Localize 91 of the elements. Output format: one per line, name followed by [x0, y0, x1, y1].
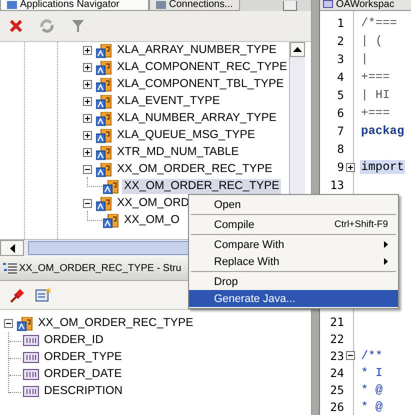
line-number: 1: [336, 16, 344, 30]
list-icon: [3, 262, 17, 274]
connections-icon: [156, 0, 166, 8]
tree-item[interactable]: XX_OM_ORDER_REC_TYPE: [115, 162, 274, 177]
type-icon: [96, 112, 112, 126]
type-icon: [96, 94, 112, 108]
expand-icon[interactable]: [346, 162, 354, 172]
type-icon: [96, 78, 112, 92]
type-icon: [96, 162, 112, 176]
type-icon: [96, 146, 112, 160]
line-number: 2: [336, 34, 344, 48]
tree-item[interactable]: XLA_ARRAY_NUMBER_TYPE: [115, 43, 279, 58]
line-number: 4: [336, 70, 344, 84]
type-icon: [96, 128, 112, 142]
tab[interactable]: Applications Navigator: [0, 0, 149, 11]
line-number: 22: [329, 332, 344, 346]
code-line: * @: [360, 382, 384, 396]
expand-icon[interactable]: [83, 114, 92, 123]
menu-item[interactable]: Generate Java...: [189, 290, 398, 307]
code-line: | (: [360, 34, 384, 48]
code-line: * @: [360, 400, 384, 414]
menu-item[interactable]: Drop: [189, 273, 398, 290]
tree-item[interactable]: XTR_MD_NUM_TABLE: [115, 145, 241, 160]
tab[interactable]: Connections...: [149, 0, 240, 11]
line-number: 7: [336, 124, 344, 138]
tab[interactable]: OAWorkspac: [320, 0, 411, 11]
code-line: | HI: [360, 88, 391, 102]
code-line: /*===: [360, 16, 398, 30]
code-line: * I: [360, 366, 384, 380]
line-number: 23: [329, 348, 344, 362]
scroll-left-icon[interactable]: [10, 244, 14, 252]
tree-item[interactable]: ORDER_DATE: [42, 367, 124, 382]
line-number: 6: [336, 106, 344, 120]
type-icon: [103, 180, 119, 194]
tree-item[interactable]: XX_OM_ORDER_REC_TYPE: [36, 316, 196, 331]
line-number: 3: [336, 52, 344, 66]
code-line: +===: [360, 106, 391, 120]
tree-item[interactable]: DESCRIPTION: [42, 384, 125, 399]
menu-item[interactable]: Open: [189, 196, 398, 213]
menu-item[interactable]: Compile Ctrl+Shift-F9: [189, 216, 398, 233]
field-icon: [23, 386, 39, 397]
collapse-icon[interactable]: [83, 199, 92, 208]
line-number: 13: [329, 178, 344, 192]
tree-item[interactable]: XX_OM_ORDER_REC_TYPE: [122, 179, 282, 194]
expand-icon[interactable]: [83, 131, 92, 140]
new-item-icon[interactable]: [35, 287, 51, 303]
scroll-up-icon[interactable]: [293, 47, 302, 52]
line-number: 21: [329, 314, 344, 328]
menu-item[interactable]: Compare With: [189, 236, 398, 253]
code-line: |: [360, 52, 370, 66]
expand-icon[interactable]: [83, 80, 92, 89]
line-number: 24: [329, 366, 344, 380]
line-number: 26: [329, 400, 344, 414]
line-number: 25: [329, 382, 344, 396]
tree-item[interactable]: XLA_NUMBER_ARRAY_TYPE: [115, 111, 279, 126]
field-icon: [23, 335, 39, 346]
collapse-icon[interactable]: [83, 165, 92, 174]
filter-icon[interactable]: [71, 19, 85, 33]
tree-item[interactable]: XLA_EVENT_TYPE: [115, 94, 222, 109]
menu-item[interactable]: Replace With: [189, 253, 398, 270]
tree-item[interactable]: XLA_COMPONENT_TBL_TYPE: [115, 77, 286, 92]
tree-item[interactable]: XLA_QUEUE_MSG_TYPE: [115, 128, 258, 143]
tree-item[interactable]: ORDER_ID: [42, 333, 106, 348]
type-icon: [96, 60, 112, 74]
code-line: /**: [360, 348, 384, 362]
line-number: 8: [336, 142, 344, 156]
expand-icon[interactable]: [83, 97, 92, 106]
pin-icon[interactable]: [10, 287, 26, 303]
expand-icon[interactable]: [83, 46, 92, 55]
collapse-icon[interactable]: [346, 351, 354, 360]
tree-item[interactable]: XLA_COMPONENT_REC_TYPE: [115, 60, 289, 75]
type-icon: [96, 196, 112, 210]
expand-icon[interactable]: [83, 63, 92, 72]
minimize-button[interactable]: [283, 1, 297, 11]
field-icon: [23, 369, 39, 380]
type-icon: [17, 316, 33, 330]
code-line: packag: [360, 124, 406, 138]
panel-title: XX_OM_ORDER_REC_TYPE - Stru: [19, 262, 182, 274]
line-number: 5: [336, 88, 344, 102]
line-number: 9: [336, 160, 344, 174]
tree-item[interactable]: XX_OM_ORD: [115, 196, 192, 211]
code-line: +===: [360, 70, 391, 84]
type-icon: [103, 214, 119, 228]
field-icon: [23, 352, 39, 363]
expand-icon[interactable]: [83, 148, 92, 157]
file-icon: [323, 0, 333, 8]
delete-icon[interactable]: [9, 19, 23, 33]
tree-item[interactable]: XX_OM_O: [122, 213, 182, 228]
tree-item[interactable]: ORDER_TYPE: [42, 350, 124, 365]
collapse-icon[interactable]: [4, 319, 13, 328]
navigator-icon: [7, 0, 17, 8]
